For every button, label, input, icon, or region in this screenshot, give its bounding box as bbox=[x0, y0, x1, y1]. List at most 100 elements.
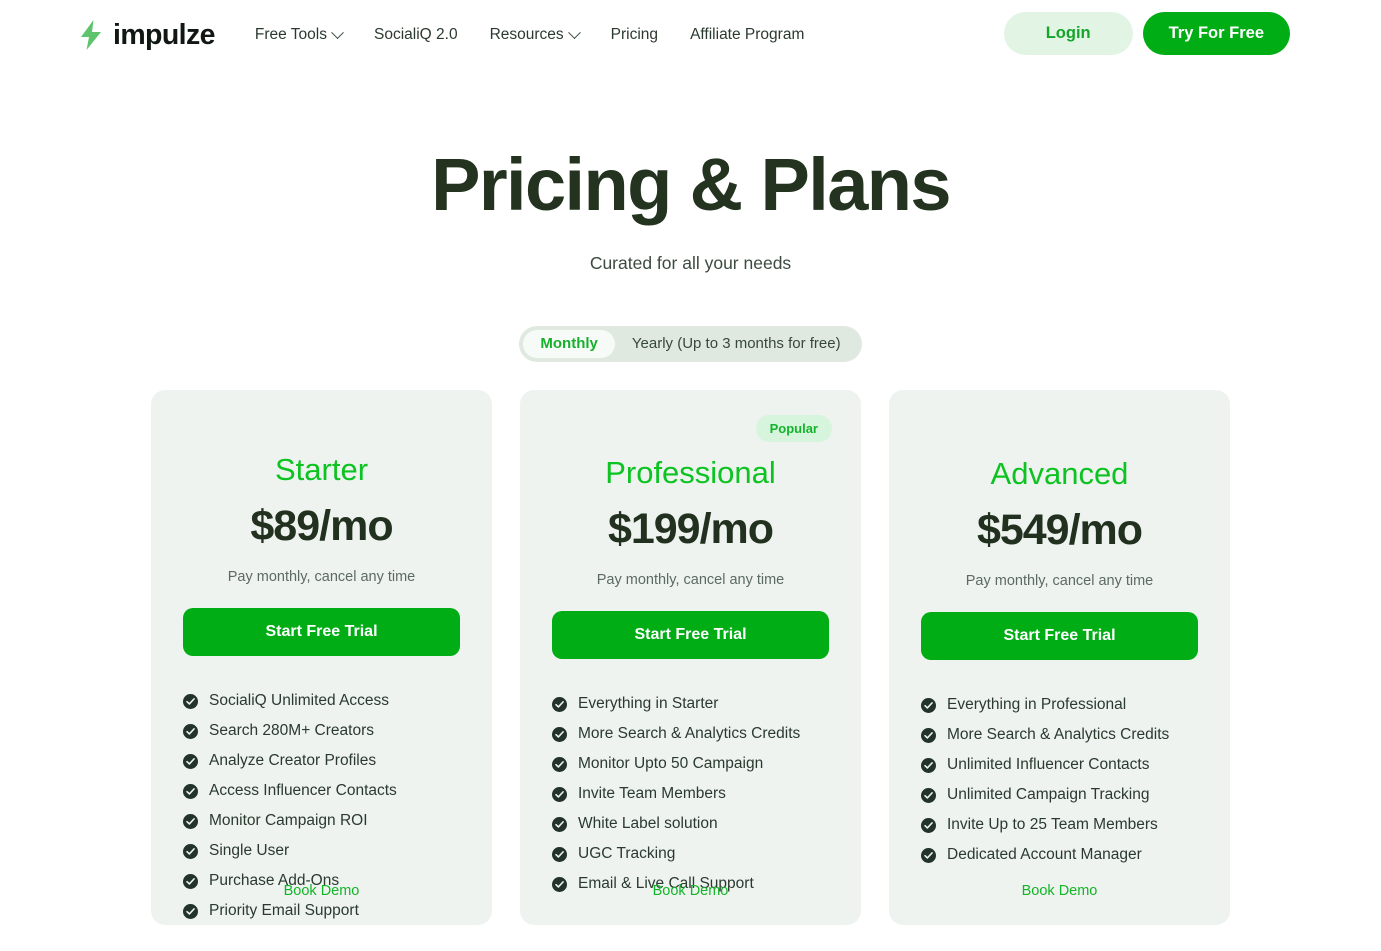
check-circle-icon bbox=[552, 696, 567, 712]
feature-label: Monitor Upto 50 Campaign bbox=[578, 755, 764, 773]
billing-toggle-yearly[interactable]: Yearly (Up to 3 months for free) bbox=[615, 330, 858, 358]
check-circle-icon bbox=[921, 817, 936, 833]
brand-logo[interactable]: impulze bbox=[78, 18, 216, 52]
check-circle-icon bbox=[183, 693, 198, 709]
list-item: Search 280M+ Creators bbox=[183, 716, 460, 746]
feature-label: Everything in Starter bbox=[578, 695, 719, 712]
pricing-card-starter: Starter $89/mo Pay monthly, cancel any t… bbox=[151, 390, 492, 925]
plan-price: $199/mo bbox=[607, 505, 774, 553]
plan-note: Pay monthly, cancel any time bbox=[965, 573, 1154, 589]
page-title: Pricing & Plans bbox=[431, 143, 951, 226]
check-circle-icon bbox=[921, 787, 936, 803]
nav-item-socialiq[interactable]: SocialiQ 2.0 bbox=[358, 18, 474, 52]
list-item: Dedicated Account Manager bbox=[921, 840, 1198, 870]
list-item: Invite Team Members bbox=[552, 779, 829, 809]
book-demo-link[interactable]: Book Demo bbox=[889, 883, 1230, 899]
feature-list: Everything in Professional More Search &… bbox=[921, 690, 1198, 870]
list-item: Priority Email Support bbox=[183, 896, 460, 926]
check-circle-icon bbox=[183, 783, 198, 799]
check-circle-icon bbox=[921, 697, 936, 713]
billing-toggle-monthly[interactable]: Monthly bbox=[523, 330, 615, 358]
plan-price: $549/mo bbox=[976, 506, 1143, 554]
start-free-trial-button[interactable]: Start Free Trial bbox=[183, 608, 460, 656]
feature-label: Dedicated Account Manager bbox=[947, 846, 1142, 864]
plan-note: Pay monthly, cancel any time bbox=[596, 572, 785, 588]
feature-list: Everything in Starter More Search & Anal… bbox=[552, 689, 829, 899]
feature-label: Unlimited Influencer Contacts bbox=[947, 756, 1150, 774]
nav-label: Affiliate Program bbox=[690, 26, 805, 43]
header-actions: Login Try For Free bbox=[1003, 12, 1290, 55]
feature-label: White Label solution bbox=[578, 815, 718, 833]
try-for-free-button[interactable]: Try For Free bbox=[1142, 12, 1290, 55]
lightning-bolt-icon bbox=[78, 20, 104, 50]
check-circle-icon bbox=[183, 843, 198, 859]
list-item: Single User bbox=[183, 836, 460, 866]
feature-label: More Search & Analytics Credits bbox=[947, 726, 1170, 744]
plan-name: Starter bbox=[274, 452, 369, 487]
list-item: Monitor Campaign ROI bbox=[183, 806, 460, 836]
nav-item-resources[interactable]: Resources bbox=[474, 18, 595, 52]
start-free-trial-button[interactable]: Start Free Trial bbox=[552, 611, 829, 659]
check-circle-icon bbox=[183, 753, 198, 769]
check-circle-icon bbox=[552, 816, 567, 832]
nav-item-free-tools[interactable]: Free Tools bbox=[239, 18, 358, 52]
list-item: Unlimited Influencer Contacts bbox=[921, 750, 1198, 780]
pricing-cards: Starter $89/mo Pay monthly, cancel any t… bbox=[0, 390, 1381, 925]
billing-toggle-wrap: Monthly Yearly (Up to 3 months for free) bbox=[0, 326, 1381, 362]
list-item: Unlimited Campaign Tracking bbox=[921, 780, 1198, 810]
main-nav: Free Tools SocialiQ 2.0 Resources Pricin… bbox=[239, 18, 820, 52]
plan-name: Professional bbox=[605, 455, 776, 490]
book-demo-link[interactable]: Book Demo bbox=[151, 883, 492, 899]
feature-label: Priority Email Support bbox=[209, 902, 359, 920]
list-item: More Search & Analytics Credits bbox=[921, 720, 1198, 750]
nav-item-affiliate-program[interactable]: Affiliate Program bbox=[674, 18, 820, 52]
check-circle-icon bbox=[921, 727, 936, 743]
hero-section: Pricing & Plans Curated for all your nee… bbox=[0, 148, 1381, 274]
login-button[interactable]: Login bbox=[1003, 12, 1133, 55]
nav-label: Pricing bbox=[610, 26, 659, 43]
plan-name: Advanced bbox=[990, 456, 1129, 491]
billing-toggle[interactable]: Monthly Yearly (Up to 3 months for free) bbox=[519, 326, 862, 362]
check-circle-icon bbox=[921, 847, 936, 863]
list-item: Access Influencer Contacts bbox=[183, 776, 460, 806]
plan-note: Pay monthly, cancel any time bbox=[227, 569, 416, 585]
list-item: Everything in Professional bbox=[921, 690, 1198, 720]
pricing-card-professional: Popular Professional $199/mo Pay monthly… bbox=[520, 390, 861, 925]
check-circle-icon bbox=[552, 846, 567, 862]
feature-label: Analyze Creator Profiles bbox=[209, 752, 377, 770]
list-item: SocialiQ Unlimited Access bbox=[183, 686, 460, 716]
site-header: impulze Free Tools SocialiQ 2.0 Resource… bbox=[0, 0, 1381, 70]
feature-label: More Search & Analytics Credits bbox=[578, 725, 801, 743]
check-circle-icon bbox=[552, 756, 567, 772]
nav-item-pricing[interactable]: Pricing bbox=[595, 18, 674, 52]
list-item: UGC Tracking bbox=[552, 839, 829, 869]
check-circle-icon bbox=[183, 813, 198, 829]
pricing-card-advanced: Advanced $549/mo Pay monthly, cancel any… bbox=[889, 390, 1230, 925]
nav-label: Resources bbox=[489, 26, 564, 43]
feature-label: Everything in Professional bbox=[947, 696, 1127, 713]
list-item: Monitor Upto 50 Campaign bbox=[552, 749, 829, 779]
feature-label: Monitor Campaign ROI bbox=[209, 812, 368, 830]
check-circle-icon bbox=[552, 726, 567, 742]
page-subtitle: Curated for all your needs bbox=[589, 253, 792, 273]
list-item: Analyze Creator Profiles bbox=[183, 746, 460, 776]
feature-label: Invite Team Members bbox=[578, 785, 726, 803]
brand-name: impulze bbox=[113, 18, 216, 51]
nav-label: Free Tools bbox=[254, 26, 327, 43]
chevron-down-icon bbox=[331, 25, 344, 39]
feature-label: SocialiQ Unlimited Access bbox=[209, 692, 390, 709]
feature-label: Access Influencer Contacts bbox=[209, 782, 397, 800]
check-circle-icon bbox=[183, 723, 198, 739]
status-badge: Popular bbox=[755, 415, 832, 442]
feature-label: UGC Tracking bbox=[578, 845, 676, 863]
feature-label: Unlimited Campaign Tracking bbox=[947, 786, 1150, 804]
list-item: Everything in Starter bbox=[552, 689, 829, 719]
feature-label: Search 280M+ Creators bbox=[209, 722, 374, 740]
book-demo-link[interactable]: Book Demo bbox=[520, 883, 861, 899]
chevron-down-icon bbox=[567, 25, 581, 39]
list-item: White Label solution bbox=[552, 809, 829, 839]
check-circle-icon bbox=[921, 757, 936, 773]
start-free-trial-button[interactable]: Start Free Trial bbox=[921, 612, 1198, 660]
list-item: Invite Up to 25 Team Members bbox=[921, 810, 1198, 840]
check-circle-icon bbox=[183, 903, 198, 919]
